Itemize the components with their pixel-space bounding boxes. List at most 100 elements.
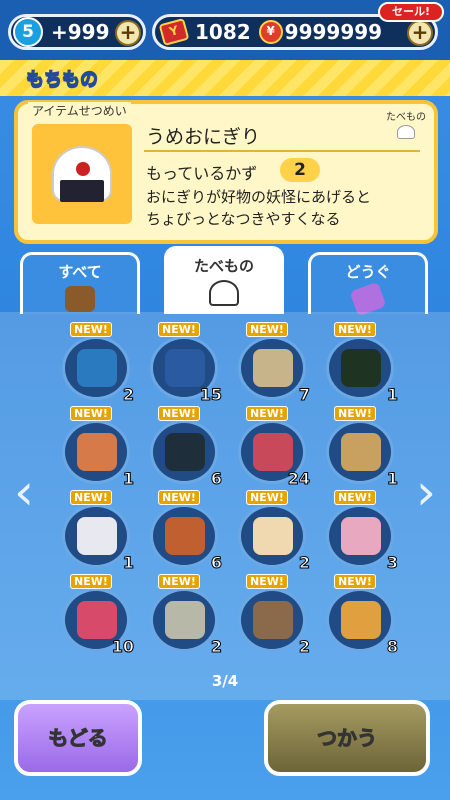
food-plate bbox=[238, 588, 306, 652]
item-cell[interactable]: NEW! 2 bbox=[232, 574, 311, 657]
add-stamina-button[interactable]: + bbox=[115, 20, 141, 46]
food-icon bbox=[341, 433, 381, 471]
item-cell[interactable]: NEW! 8 bbox=[320, 574, 399, 657]
sale-badge[interactable]: セール! bbox=[378, 2, 444, 22]
food-icon bbox=[77, 601, 117, 639]
food-plate bbox=[150, 588, 218, 652]
item-cell[interactable]: NEW! 6 bbox=[144, 406, 223, 489]
onigiri-icon bbox=[52, 146, 112, 202]
stamina-pill: 5 +999 + bbox=[8, 14, 146, 50]
ticket-icon: Y bbox=[158, 18, 190, 46]
item-cell[interactable]: NEW! 6 bbox=[144, 490, 223, 573]
food-icon bbox=[253, 517, 293, 555]
food-plate bbox=[62, 336, 130, 400]
stamina-value: +999 bbox=[51, 20, 110, 44]
item-quantity: 2 bbox=[298, 637, 310, 657]
new-badge: NEW! bbox=[334, 322, 376, 337]
item-quantity: 3 bbox=[386, 553, 398, 573]
item-quantity: 1 bbox=[122, 553, 134, 573]
count-label: もっているかず bbox=[146, 164, 258, 183]
new-badge: NEW! bbox=[334, 406, 376, 421]
item-cell[interactable]: NEW! 2 bbox=[56, 322, 135, 405]
new-badge: NEW! bbox=[70, 406, 112, 421]
item-cell[interactable]: NEW! 15 bbox=[144, 322, 223, 405]
item-info-panel: アイテムせつめい うめおにぎり たべもの もっているかず 2 おにぎりが好物の妖… bbox=[14, 100, 438, 244]
back-button[interactable]: もどる bbox=[14, 700, 142, 776]
item-quantity: 10 bbox=[111, 637, 134, 657]
item-quantity: 8 bbox=[386, 637, 398, 657]
stamina-level-badge: 5 bbox=[13, 17, 43, 47]
money-icon: ¥ bbox=[258, 20, 283, 44]
item-cell[interactable]: NEW! 2 bbox=[144, 574, 223, 657]
money-count: 9999999 bbox=[284, 20, 383, 44]
section-title: もちもの bbox=[26, 69, 99, 91]
screen: { "topbar": { "stamina_level": "5", "sta… bbox=[0, 0, 450, 800]
new-badge: NEW! bbox=[246, 574, 288, 589]
onigiri-small-icon bbox=[397, 125, 415, 139]
tab-food[interactable]: たべもの bbox=[164, 246, 284, 314]
tab-tools[interactable]: どうぐ bbox=[308, 252, 428, 317]
new-badge: NEW! bbox=[334, 574, 376, 589]
item-quantity: 2 bbox=[122, 385, 134, 405]
item-cell[interactable]: NEW! 1 bbox=[56, 490, 135, 573]
new-badge: NEW! bbox=[158, 574, 200, 589]
food-icon bbox=[77, 433, 117, 471]
count-value: 2 bbox=[280, 158, 320, 182]
food-plate bbox=[62, 420, 130, 484]
item-quantity: 6 bbox=[210, 553, 222, 573]
category-tag-label: たべもの bbox=[386, 112, 426, 123]
food-icon bbox=[341, 517, 381, 555]
food-icon bbox=[165, 601, 205, 639]
section-header: もちもの bbox=[0, 60, 450, 96]
item-cell[interactable]: NEW! 2 bbox=[232, 490, 311, 573]
food-icon bbox=[165, 349, 205, 387]
new-badge: NEW! bbox=[158, 490, 200, 505]
item-quantity: 2 bbox=[210, 637, 222, 657]
item-info-label: アイテムせつめい bbox=[28, 102, 131, 119]
food-icon bbox=[77, 517, 117, 555]
onigiri-tab-icon bbox=[209, 280, 239, 306]
item-quantity: 2 bbox=[298, 553, 310, 573]
new-badge: NEW! bbox=[70, 490, 112, 505]
item-cell[interactable]: NEW! 7 bbox=[232, 322, 311, 405]
item-quantity: 1 bbox=[122, 469, 134, 489]
next-page-arrow[interactable]: › bbox=[412, 452, 440, 532]
food-icon bbox=[341, 349, 381, 387]
food-icon bbox=[165, 517, 205, 555]
top-bar: 5 +999 + Y 1082 ¥ 9999999 + セール! bbox=[0, 0, 450, 64]
item-cell[interactable]: NEW! 24 bbox=[232, 406, 311, 489]
food-icon bbox=[341, 601, 381, 639]
item-cell[interactable]: NEW! 1 bbox=[56, 406, 135, 489]
item-quantity: 1 bbox=[386, 469, 398, 489]
item-cell[interactable]: NEW! 1 bbox=[320, 322, 399, 405]
food-plate bbox=[150, 504, 218, 568]
bag-icon bbox=[65, 286, 95, 312]
use-button[interactable]: つかう bbox=[264, 700, 430, 776]
item-quantity: 6 bbox=[210, 469, 222, 489]
tab-food-label: たべもの bbox=[193, 257, 254, 275]
prev-page-arrow[interactable]: ‹ bbox=[10, 452, 38, 532]
food-plate bbox=[62, 504, 130, 568]
item-cell[interactable]: NEW! 1 bbox=[320, 406, 399, 489]
item-image bbox=[32, 124, 132, 224]
new-badge: NEW! bbox=[246, 490, 288, 505]
item-cell[interactable]: NEW! 10 bbox=[56, 574, 135, 657]
food-plate bbox=[238, 504, 306, 568]
new-badge: NEW! bbox=[70, 322, 112, 337]
ticket-count: 1082 bbox=[195, 20, 251, 44]
new-badge: NEW! bbox=[246, 322, 288, 337]
food-icon bbox=[77, 349, 117, 387]
food-plate bbox=[326, 420, 394, 484]
item-quantity: 7 bbox=[298, 385, 310, 405]
tab-tools-label: どうぐ bbox=[345, 263, 391, 281]
item-quantity: 1 bbox=[386, 385, 398, 405]
new-badge: NEW! bbox=[334, 490, 376, 505]
item-quantity: 15 bbox=[199, 385, 222, 405]
food-plate bbox=[150, 420, 218, 484]
item-description: おにぎりが好物の妖怪にあげると ちょびっとなつきやすくなる bbox=[146, 186, 432, 230]
description-line-1: おにぎりが好物の妖怪にあげると bbox=[146, 188, 372, 206]
food-icon bbox=[253, 433, 293, 471]
tab-all[interactable]: すべて bbox=[20, 252, 140, 314]
add-money-button[interactable]: + bbox=[407, 20, 433, 46]
item-cell[interactable]: NEW! 3 bbox=[320, 490, 399, 573]
